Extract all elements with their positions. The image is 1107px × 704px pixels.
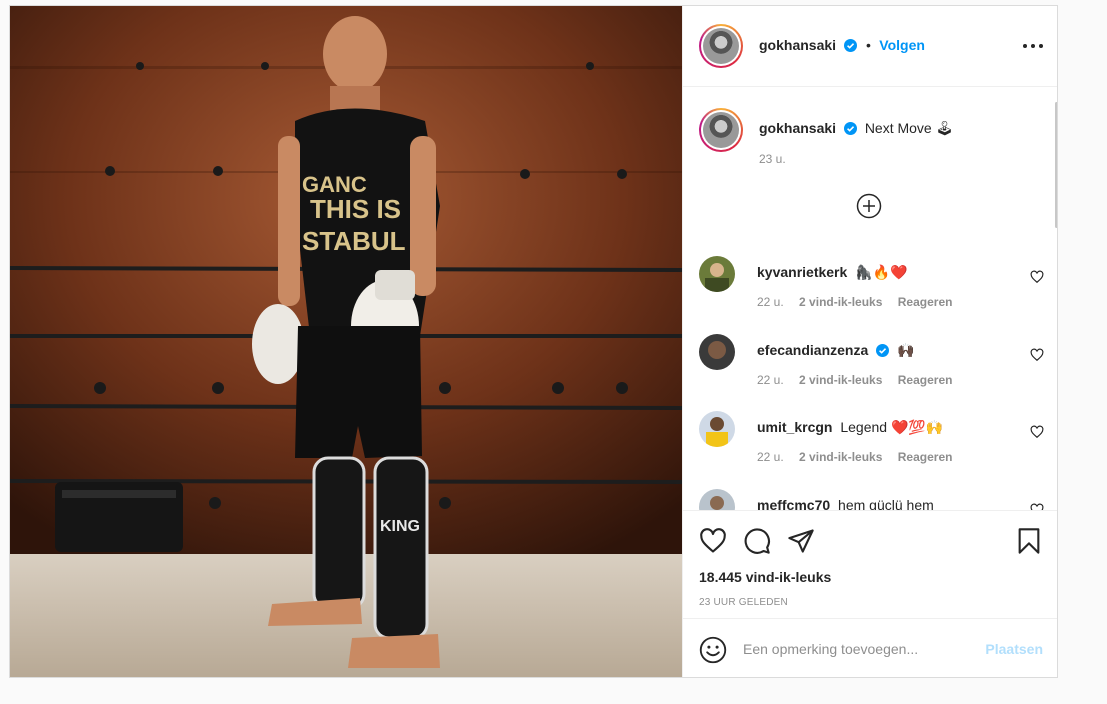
post-timestamp[interactable]: 23 UUR GELEDEN xyxy=(699,597,788,608)
comment-like-heart-icon[interactable] xyxy=(1030,270,1044,284)
post-actions: 18.445 vind-ik-leuks 23 UUR GELEDEN xyxy=(683,510,1057,618)
svg-text:THIS IS: THIS IS xyxy=(310,194,401,224)
commenter-username[interactable]: kyvanrietkerk xyxy=(757,264,847,280)
comment-meta: 22 u. 2 vind-ik-leuks Reageren xyxy=(757,450,964,464)
emoji-icon[interactable] xyxy=(699,636,727,664)
comment-text: hem güçlü hem xyxy=(838,497,934,510)
comment-text: 🙌🏿 xyxy=(897,342,915,358)
post-comment-button[interactable]: Plaatsen xyxy=(985,641,1043,657)
commenter-avatar[interactable] xyxy=(699,411,735,447)
comment-item: efecandianzenza 🙌🏿 22 u. 2 vind-ik-leuks… xyxy=(699,334,1044,394)
comment-item: kyvanrietkerk 🦍🔥❤️ 22 u. 2 vind-ik-leuks… xyxy=(699,256,1044,316)
comments-scrollbar[interactable] xyxy=(1055,102,1057,228)
comment-meta: 22 u. 2 vind-ik-leuks Reageren xyxy=(757,373,964,387)
caption-avatar[interactable] xyxy=(699,108,743,152)
comment-item: umit_krcgn Legend ❤️💯🙌 22 u. 2 vind-ik-l… xyxy=(699,411,1044,471)
svg-text:STABUL: STABUL xyxy=(302,226,406,256)
svg-text:KING: KING xyxy=(380,518,420,535)
caption-username[interactable]: gokhansaki xyxy=(759,120,836,136)
verified-badge-icon xyxy=(876,344,890,357)
follow-button[interactable]: Volgen xyxy=(879,37,925,53)
verified-badge-icon xyxy=(844,39,858,52)
comment-time[interactable]: 22 u. xyxy=(757,450,784,464)
reply-button[interactable]: Reageren xyxy=(898,373,953,387)
comment-likes[interactable]: 2 vind-ik-leuks xyxy=(799,450,882,464)
post-sidebar: gokhansaki • Volgen gokhansaki Next Move… xyxy=(682,6,1057,677)
post-photo[interactable]: GANC THIS IS STABUL KING xyxy=(10,6,682,677)
commenter-avatar[interactable] xyxy=(699,489,735,510)
caption: gokhansaki Next Move 🕹 23 u. xyxy=(699,108,1044,168)
comment-time[interactable]: 22 u. xyxy=(757,373,784,387)
boxer-photo-illustration: GANC THIS IS STABUL KING xyxy=(10,6,682,677)
comment-text: Legend ❤️💯🙌 xyxy=(840,419,944,435)
share-icon[interactable] xyxy=(787,527,815,555)
author-username[interactable]: gokhansaki xyxy=(759,37,836,53)
comment-text: 🦍🔥❤️ xyxy=(855,264,908,280)
author-avatar[interactable] xyxy=(699,24,743,68)
comment-like-heart-icon[interactable] xyxy=(1030,503,1044,510)
load-more-comments-icon[interactable] xyxy=(856,193,882,219)
comment-meta: 22 u. 2 vind-ik-leuks Reageren xyxy=(757,295,964,309)
post-header: gokhansaki • Volgen xyxy=(683,6,1057,87)
header-author-line: gokhansaki • Volgen xyxy=(759,37,925,55)
comment-input[interactable] xyxy=(743,637,973,661)
commenter-username[interactable]: efecandianzenza xyxy=(757,342,868,358)
comment-likes[interactable]: 2 vind-ik-leuks xyxy=(799,373,882,387)
comment-composer: Plaatsen xyxy=(683,618,1057,677)
author-avatar-image xyxy=(703,28,739,64)
more-options-icon[interactable] xyxy=(1023,36,1043,56)
comment-item: meffcmc70 hem güçlü hem xyxy=(699,489,1044,510)
post-card: GANC THIS IS STABUL KING gokhansaki • Vo… xyxy=(9,5,1058,678)
comment-time[interactable]: 22 u. xyxy=(757,295,784,309)
verified-badge-icon xyxy=(843,122,857,135)
caption-time: 23 u. xyxy=(759,152,786,166)
caption-text: Next Move 🕹 xyxy=(864,120,954,136)
comments-list[interactable]: gokhansaki Next Move 🕹 23 u. kyvanrietke… xyxy=(683,88,1057,510)
save-bookmark-icon[interactable] xyxy=(1015,527,1043,555)
header-separator: • xyxy=(865,37,871,53)
commenter-avatar[interactable] xyxy=(699,256,735,292)
reply-button[interactable]: Reageren xyxy=(898,450,953,464)
comment-icon[interactable] xyxy=(743,527,771,555)
commenter-avatar[interactable] xyxy=(699,334,735,370)
comment-like-heart-icon[interactable] xyxy=(1030,348,1044,362)
comment-like-heart-icon[interactable] xyxy=(1030,425,1044,439)
commenter-username[interactable]: umit_krcgn xyxy=(757,419,832,435)
comment-likes[interactable]: 2 vind-ik-leuks xyxy=(799,295,882,309)
like-heart-icon[interactable] xyxy=(699,527,727,555)
like-count[interactable]: 18.445 vind-ik-leuks xyxy=(699,569,831,585)
commenter-username[interactable]: meffcmc70 xyxy=(757,497,830,510)
reply-button[interactable]: Reageren xyxy=(898,295,953,309)
